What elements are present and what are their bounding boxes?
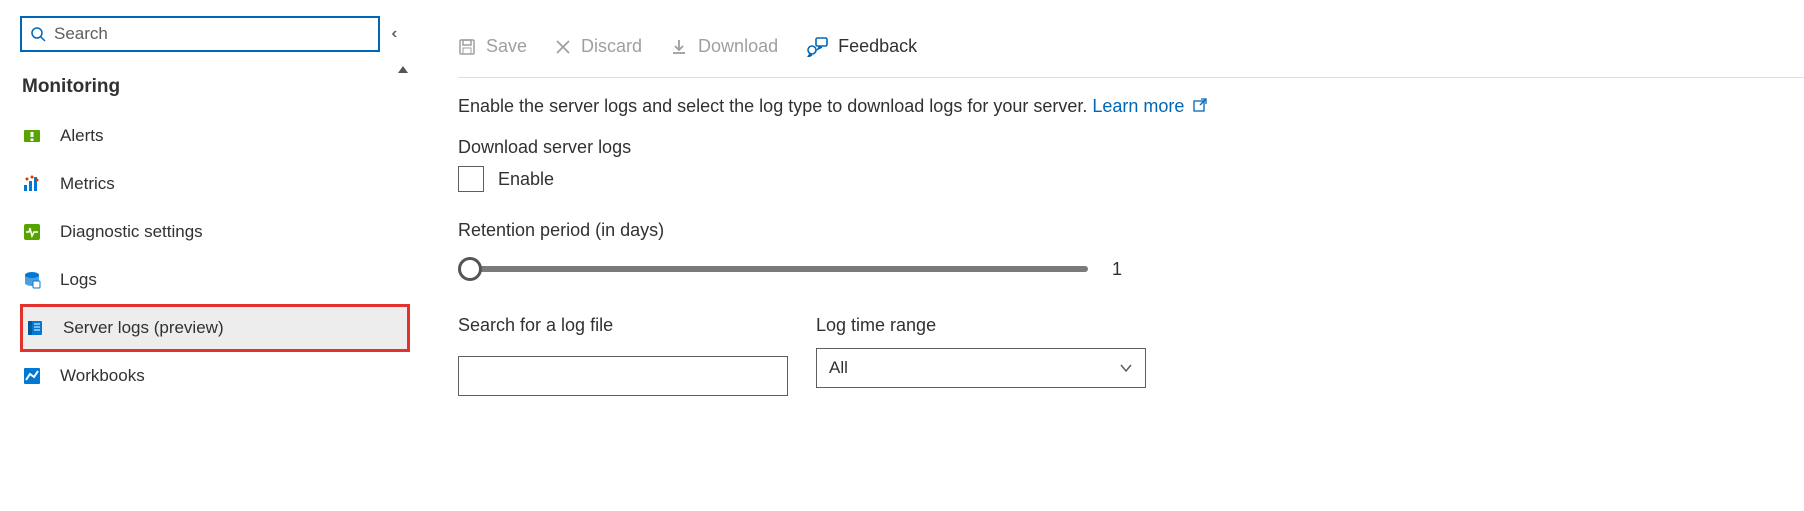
- enable-row: Enable: [458, 166, 1804, 192]
- timerange-col: Log time range All: [816, 315, 1146, 396]
- nav-label: Metrics: [60, 174, 115, 194]
- feedback-label: Feedback: [838, 36, 917, 57]
- search-log-input[interactable]: [458, 356, 788, 396]
- learn-more-label: Learn more: [1092, 96, 1184, 116]
- nav-label: Diagnostic settings: [60, 222, 203, 242]
- sidebar-item-server-logs[interactable]: Server logs (preview): [20, 304, 410, 352]
- description-text: Enable the server logs and select the lo…: [458, 96, 1087, 116]
- timerange-value: All: [829, 358, 848, 378]
- nav-label: Logs: [60, 270, 97, 290]
- enable-label: Enable: [498, 169, 554, 190]
- logs-icon: [22, 270, 42, 290]
- sidebar-item-logs[interactable]: Logs: [20, 256, 410, 304]
- nav-list: Alerts Metrics Diagnostic settings Logs …: [20, 112, 410, 400]
- slider-track: [458, 266, 1088, 272]
- scroll-up-arrow-icon[interactable]: [398, 66, 408, 73]
- timerange-select[interactable]: All: [816, 348, 1146, 388]
- save-label: Save: [486, 36, 527, 57]
- save-icon: [458, 38, 476, 56]
- nav-label: Alerts: [60, 126, 103, 146]
- alerts-icon: [22, 126, 42, 146]
- learn-more-link[interactable]: Learn more: [1092, 96, 1207, 116]
- discard-icon: [555, 39, 571, 55]
- section-heading-monitoring: Monitoring: [20, 76, 410, 98]
- retention-label: Retention period (in days): [458, 220, 1804, 241]
- diagnostic-icon: [22, 222, 42, 242]
- main-content: Save Discard Download Feedback Enable th…: [410, 0, 1804, 511]
- collapse-sidebar-button[interactable]: ‹‹: [388, 21, 396, 47]
- search-input[interactable]: [54, 24, 370, 44]
- download-server-logs-label: Download server logs: [458, 137, 1804, 158]
- search-row: ‹‹: [20, 16, 410, 52]
- download-button[interactable]: Download: [670, 36, 778, 57]
- discard-button[interactable]: Discard: [555, 36, 642, 57]
- filter-row: Search for a log file Log time range All: [458, 315, 1804, 396]
- save-button[interactable]: Save: [458, 36, 527, 57]
- download-label: Download: [698, 36, 778, 57]
- search-icon: [30, 26, 46, 42]
- workbooks-icon: [22, 366, 42, 386]
- download-icon: [670, 38, 688, 56]
- enable-checkbox[interactable]: [458, 166, 484, 192]
- external-link-icon: [1193, 98, 1207, 112]
- metrics-icon: [22, 174, 42, 194]
- feedback-icon: [806, 37, 828, 57]
- sidebar-item-diagnostic-settings[interactable]: Diagnostic settings: [20, 208, 410, 256]
- discard-label: Discard: [581, 36, 642, 57]
- timerange-label: Log time range: [816, 315, 1146, 336]
- description: Enable the server logs and select the lo…: [458, 96, 1804, 117]
- search-log-label: Search for a log file: [458, 315, 788, 336]
- nav-label: Workbooks: [60, 366, 145, 386]
- server-logs-icon: [25, 318, 45, 338]
- sidebar: ‹‹ Monitoring Alerts Metrics Diagnostic …: [0, 0, 410, 511]
- sidebar-item-workbooks[interactable]: Workbooks: [20, 352, 410, 400]
- retention-value: 1: [1112, 259, 1122, 280]
- retention-slider-row: 1: [458, 257, 1804, 281]
- nav-label: Server logs (preview): [63, 318, 224, 338]
- search-log-col: Search for a log file: [458, 315, 788, 396]
- sidebar-item-alerts[interactable]: Alerts: [20, 112, 410, 160]
- retention-slider[interactable]: [458, 257, 1088, 281]
- sidebar-item-metrics[interactable]: Metrics: [20, 160, 410, 208]
- feedback-button[interactable]: Feedback: [806, 36, 917, 57]
- chevron-down-icon: [1119, 361, 1133, 375]
- slider-thumb[interactable]: [458, 257, 482, 281]
- toolbar: Save Discard Download Feedback: [458, 36, 1804, 78]
- search-box[interactable]: [20, 16, 380, 52]
- scrollbar[interactable]: [396, 64, 410, 511]
